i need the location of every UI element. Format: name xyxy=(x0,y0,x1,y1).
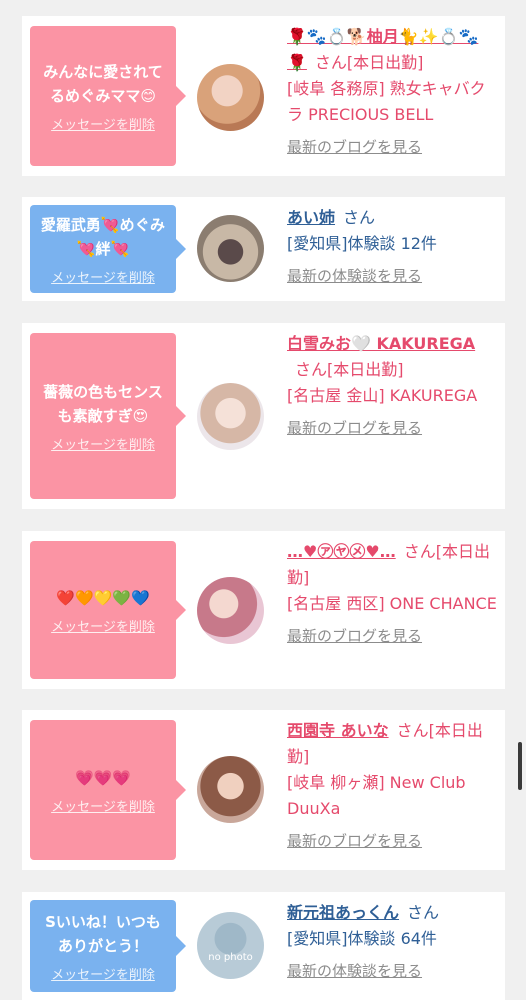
message-bubble: ❤️🧡💛💚💙 メッセージを削除 xyxy=(30,541,186,679)
latest-blog-link[interactable]: 最新のブログを見る xyxy=(287,415,497,441)
shop-info: [岐阜 各務原] 熟女キャバクラ PRECIOUS BELL xyxy=(287,79,486,124)
delete-message-link[interactable]: メッセージを削除 xyxy=(51,114,155,133)
profile-name-link[interactable]: 新元祖あっくん xyxy=(287,903,399,922)
honorific-status: さん[本日出勤] xyxy=(295,360,404,379)
review-count: [愛知県]体験談 64件 xyxy=(287,929,437,948)
scrollbar[interactable] xyxy=(518,742,522,790)
message-bubble: 愛羅武勇💘めぐみ 💘絆💘 メッセージを削除 xyxy=(30,205,186,293)
message-card: みんなに愛されて るめぐみママ😊 メッセージを削除 🌹🐾💍🐕柚月🐈✨💍🐾🌹 さん[… xyxy=(22,16,505,176)
message-text: Sいいね！いつも ありがとう！ xyxy=(45,912,161,955)
message-text: 💗💗💗 xyxy=(74,768,132,787)
profile-name-link[interactable]: 白雪みお🤍 KAKUREGA xyxy=(287,334,475,353)
avatar[interactable]: no photo xyxy=(197,912,264,979)
delete-message-link[interactable]: メッセージを削除 xyxy=(51,434,155,453)
message-text: 愛羅武勇💘めぐみ 💘絆💘 xyxy=(40,215,166,258)
latest-review-link[interactable]: 最新の体験談を見る xyxy=(287,263,497,289)
message-card: Sいいね！いつも ありがとう！ メッセージを削除 no photo 新元祖あっく… xyxy=(22,892,505,1000)
latest-blog-link[interactable]: 最新のブログを見る xyxy=(287,134,497,160)
latest-blog-link[interactable]: 最新のブログを見る xyxy=(287,623,497,649)
review-count: [愛知県]体験談 12件 xyxy=(287,234,437,253)
message-card: 💗💗💗 メッセージを削除 西園寺 あいな さん[本日出勤] [岐阜 柳ヶ瀬] Ne… xyxy=(22,710,505,870)
message-text: みんなに愛されて るめぐみママ😊 xyxy=(43,62,163,105)
shop-info: [名古屋 西区] ONE CHANCE xyxy=(287,594,497,613)
message-bubble: 薔薇の色もセンス も素敵すぎ😍 メッセージを削除 xyxy=(30,333,186,499)
message-card: 薔薇の色もセンス も素敵すぎ😍 メッセージを削除 白雪みお🤍 KAKUREGA さ… xyxy=(22,323,505,509)
delete-message-link[interactable]: メッセージを削除 xyxy=(51,796,155,815)
message-text: 薔薇の色もセンス も素敵すぎ😍 xyxy=(43,382,163,425)
shop-info: [名古屋 金山] KAKUREGA xyxy=(287,386,478,405)
honorific-status: さん[本日出勤] xyxy=(314,53,424,72)
avatar[interactable] xyxy=(197,577,264,644)
latest-blog-link[interactable]: 最新のブログを見る xyxy=(287,828,497,854)
avatar[interactable] xyxy=(197,64,264,131)
message-bubble: みんなに愛されて るめぐみママ😊 メッセージを削除 xyxy=(30,26,186,166)
shop-info: [岐阜 柳ヶ瀬] New Club DuuXa xyxy=(287,773,466,818)
message-text: ❤️🧡💛💚💙 xyxy=(56,588,150,607)
message-bubble: Sいいね！いつも ありがとう！ メッセージを削除 xyxy=(30,900,186,992)
no-photo-text: no photo xyxy=(208,952,253,963)
message-bubble: 💗💗💗 メッセージを削除 xyxy=(30,720,186,860)
profile-name-link[interactable]: …♥㋐㋳㋱♥… xyxy=(287,542,396,561)
avatar[interactable] xyxy=(197,383,264,450)
delete-message-link[interactable]: メッセージを削除 xyxy=(51,964,155,983)
profile-name-link[interactable]: 西園寺 あいな xyxy=(287,721,389,740)
honorific-status: さん xyxy=(407,903,440,922)
avatar[interactable] xyxy=(197,756,264,823)
delete-message-link[interactable]: メッセージを削除 xyxy=(51,616,155,635)
message-card: ❤️🧡💛💚💙 メッセージを削除 …♥㋐㋳㋱♥… さん[本日出勤] [名古屋 西区]… xyxy=(22,531,505,689)
avatar[interactable] xyxy=(197,215,264,282)
profile-name-link[interactable]: あい姉 xyxy=(287,208,335,227)
delete-message-link[interactable]: メッセージを削除 xyxy=(51,267,155,286)
message-card: 愛羅武勇💘めぐみ 💘絆💘 メッセージを削除 あい姉 さん [愛知県]体験談 12件… xyxy=(22,197,505,301)
honorific-status: さん xyxy=(343,208,376,227)
latest-review-link[interactable]: 最新の体験談を見る xyxy=(287,958,497,984)
